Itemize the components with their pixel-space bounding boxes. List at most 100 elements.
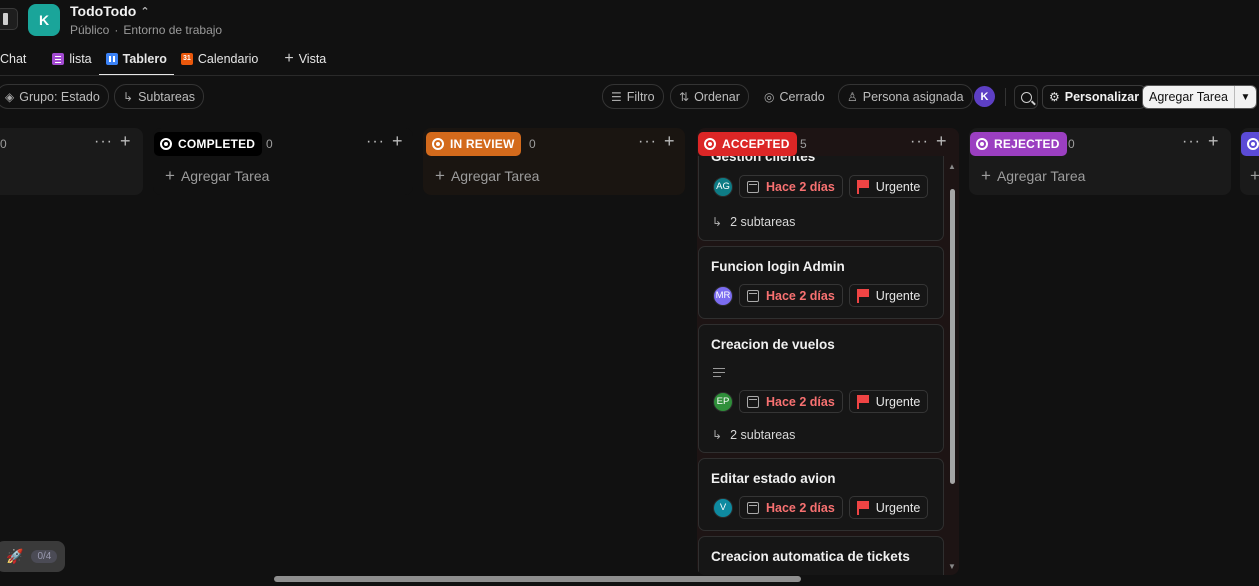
column-header: 0 ··· + [0, 131, 143, 156]
tab-calendario[interactable]: 31 Calendario [174, 48, 265, 70]
plus-icon: + [165, 166, 175, 185]
more-dots-icon[interactable]: ··· [910, 133, 929, 151]
priority-chip[interactable]: Urgente [848, 390, 929, 413]
workspace-subtitle: Público · Entorno de trabajo [70, 23, 222, 37]
column-count: 0 [0, 137, 7, 151]
closed-label: Cerrado [779, 89, 825, 104]
list-icon [52, 53, 65, 65]
task-meta: MR Hace 2 días Urgente [713, 284, 929, 307]
due-date: Hace 2 días [766, 179, 835, 194]
status-pill-next[interactable] [1241, 132, 1259, 156]
workspace-type: Entorno de trabajo [123, 23, 223, 37]
task-card[interactable]: Funcion login Admin MR Hace 2 días Urgen… [698, 246, 944, 319]
status-pill-in-review[interactable]: IN REVIEW [426, 132, 522, 156]
task-card[interactable]: Gestion clientes AG Hace 2 días Urgente … [698, 150, 944, 241]
flag-icon [856, 500, 869, 515]
calendar-icon [747, 395, 759, 408]
due-date: Hace 2 días [766, 394, 835, 409]
add-task-label: Agregar Tarea [450, 168, 540, 184]
due-date-chip[interactable]: Hace 2 días [739, 390, 843, 413]
subtasks-count: 2 subtareas [730, 215, 796, 229]
due-date-chip[interactable]: Hace 2 días [739, 496, 843, 519]
horizontal-scrollbar-thumb[interactable] [274, 576, 801, 582]
add-task-label: Agregar Tarea [180, 168, 270, 184]
more-dots-icon[interactable]: ··· [638, 133, 657, 151]
column-count: 0 [1068, 137, 1075, 151]
priority-chip[interactable]: Urgente [848, 284, 929, 307]
task-card[interactable]: Creacion automatica de tickets [698, 536, 944, 575]
chevron-down-icon[interactable]: ▼ [1234, 86, 1256, 108]
status-circle-icon [1247, 138, 1259, 150]
subtasks-label: Subtareas [138, 89, 196, 104]
assignee-avatar[interactable]: V [713, 497, 733, 518]
onboarding-widget[interactable]: 🚀 0/4 [0, 541, 65, 572]
status-pill-completed[interactable]: COMPLETED [154, 132, 263, 156]
scroll-down-arrow-icon[interactable]: ▼ [948, 562, 956, 571]
due-date-chip[interactable]: Hace 2 días [739, 175, 843, 198]
subtasks-button[interactable]: ↳ Subtareas [114, 84, 205, 109]
workspace-visibility: Público [70, 23, 110, 37]
subtasks-count: 2 subtareas [730, 428, 796, 442]
assignee-avatar[interactable]: EP [713, 391, 733, 412]
header-divider [0, 75, 1259, 76]
subtask-icon: ↳ [712, 428, 723, 442]
filter-button[interactable]: ☰ Filtro [602, 84, 664, 109]
task-title: Creacion de vuelos [711, 337, 835, 352]
vertical-scrollbar-thumb[interactable] [950, 189, 955, 484]
more-dots-icon[interactable]: ··· [1182, 133, 1201, 151]
tab-lista[interactable]: lista [45, 48, 98, 70]
customize-button[interactable]: ⚙ Personalizar [1042, 85, 1147, 109]
plus-icon[interactable]: + [1208, 131, 1219, 152]
task-title: Funcion login Admin [711, 259, 845, 274]
tab-add-view-label: Vista [298, 52, 327, 66]
priority-chip[interactable]: Urgente [848, 175, 929, 198]
workspace-name[interactable]: TodoTodo ⌃ [70, 3, 150, 19]
tab-chat[interactable]: Chat [0, 48, 33, 70]
assignee-avatar[interactable]: AG [713, 176, 733, 197]
add-task-button[interactable]: Agregar Tarea [1143, 86, 1234, 108]
subtask-icon: ↳ [712, 215, 723, 229]
subtasks-toggle[interactable]: ↳ 2 subtareas [712, 215, 795, 229]
group-by-label: Grupo: Estado [19, 89, 100, 104]
subtask-icon: ↳ [123, 89, 134, 104]
closed-toggle[interactable]: ◎ Cerrado [755, 84, 834, 109]
status-pill-accepted[interactable]: ACCEPTED [698, 132, 797, 156]
onboarding-progress: 0/4 [31, 550, 58, 563]
assignee-avatar[interactable]: MR [713, 285, 733, 306]
workspace-avatar[interactable]: K [28, 4, 60, 36]
tab-add-view[interactable]: + Vista [277, 48, 333, 70]
search-button[interactable] [1014, 85, 1038, 109]
task-meta: EP Hace 2 días Urgente [713, 390, 929, 413]
assignee-filter-button[interactable]: ♙ Persona asignada [838, 84, 973, 109]
scroll-up-arrow-icon[interactable]: ▲ [948, 162, 956, 171]
task-card[interactable]: Editar estado avion V Hace 2 días Urgent… [698, 458, 944, 531]
due-date-chip[interactable]: Hace 2 días [739, 284, 843, 307]
add-task-row[interactable]: + Agregar Tarea [435, 166, 539, 186]
status-pill-rejected[interactable]: REJECTED [970, 132, 1067, 156]
add-task-row[interactable]: + [1250, 166, 1259, 186]
calendar-icon [747, 289, 759, 302]
more-dots-icon[interactable]: ··· [94, 133, 113, 151]
more-dots-icon[interactable]: ··· [366, 133, 385, 151]
customize-label: Personalizar [1064, 90, 1140, 104]
add-task-row[interactable]: + Agregar Tarea [981, 166, 1085, 186]
plus-icon[interactable]: + [392, 131, 403, 152]
add-task-row[interactable]: + Agregar Tarea [165, 166, 269, 186]
sort-icon: ⇅ [679, 89, 690, 104]
priority-chip[interactable]: Urgente [848, 496, 929, 519]
group-by-button[interactable]: ◈ Grupo: Estado [0, 84, 109, 109]
plus-icon: + [284, 50, 294, 67]
user-avatar[interactable]: K [974, 86, 995, 107]
task-card[interactable]: Creacion de vuelos EP Hace 2 días Urgent… [698, 324, 944, 453]
sort-label: Ordenar [694, 89, 740, 104]
plus-icon[interactable]: + [664, 131, 675, 152]
subtasks-toggle[interactable]: ↳ 2 subtareas [712, 428, 795, 442]
column-count: 0 [266, 137, 273, 151]
tab-tablero[interactable]: Tablero [98, 48, 175, 76]
plus-icon[interactable]: + [120, 131, 131, 152]
card-list[interactable]: Gestion clientes AG Hace 2 días Urgente … [697, 150, 945, 575]
column-header: IN REVIEW 0 ··· + [423, 131, 685, 156]
plus-icon[interactable]: + [936, 131, 947, 152]
sidebar-toggle-icon[interactable] [0, 8, 18, 30]
sort-button[interactable]: ⇅ Ordenar [670, 84, 749, 109]
